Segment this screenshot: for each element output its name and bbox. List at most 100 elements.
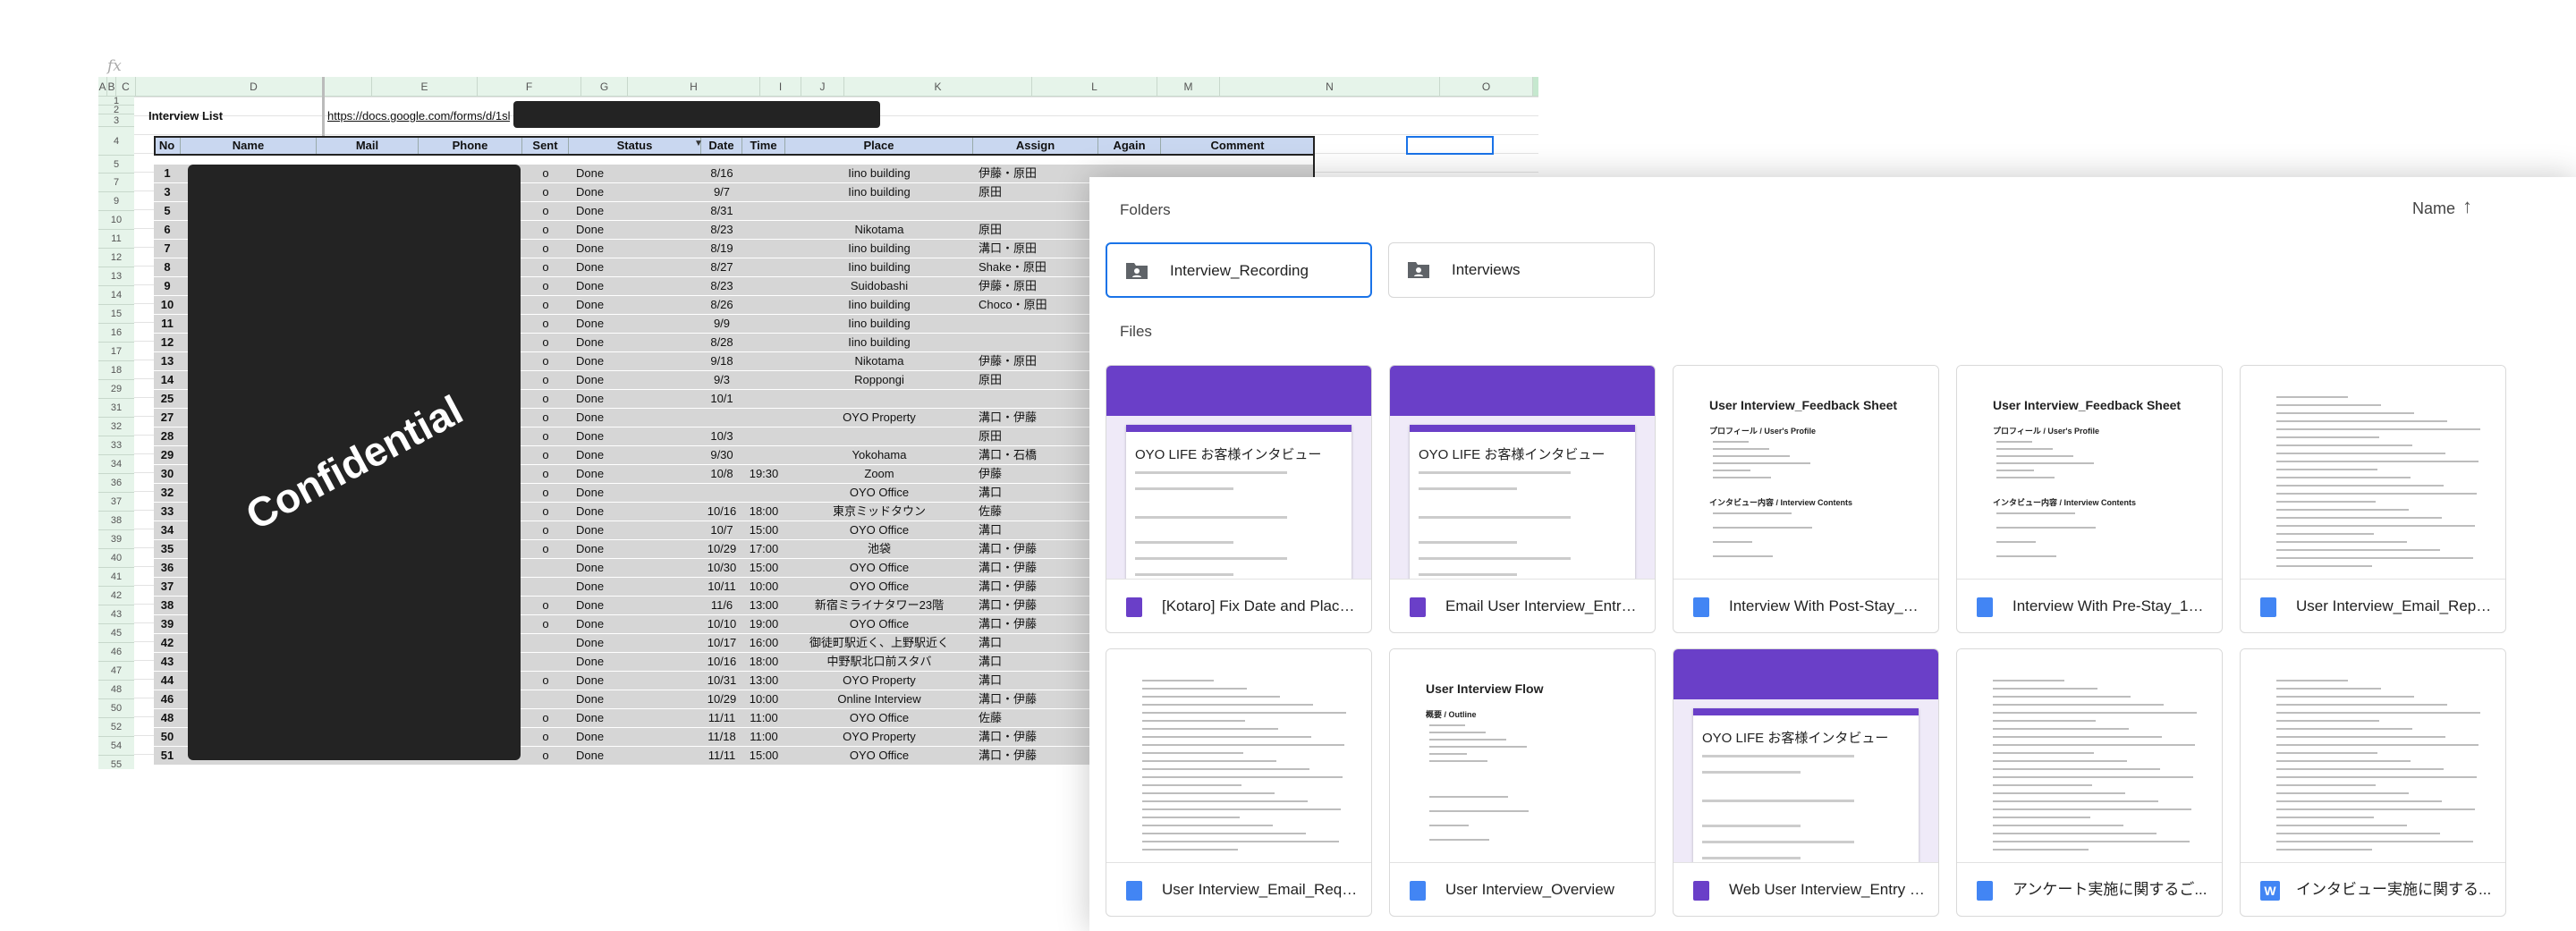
cell-place[interactable]: Suidobashi [789, 277, 970, 295]
cell-status[interactable]: Done [576, 540, 698, 558]
cell-no[interactable]: 48 [157, 709, 177, 727]
cell-no[interactable]: 51 [157, 747, 177, 765]
cell-date[interactable]: 8/16 [705, 165, 739, 182]
cell-place[interactable]: 御徒町駅近く、上野駅近く [789, 634, 970, 652]
file-card[interactable]: OYO LIFE お客様インタビュー Web User Interview_Ent… [1673, 648, 1939, 917]
cell-place[interactable]: Iino building [789, 315, 970, 333]
cell-assign[interactable]: 原田 [979, 183, 1097, 201]
column-title[interactable]: Assign [973, 136, 1098, 156]
cell-assign[interactable]: 伊藤・原田 [979, 277, 1097, 295]
cell-assign[interactable]: 溝口・伊藤 [979, 559, 1097, 577]
cell-time[interactable]: 13:00 [746, 672, 782, 690]
file-card[interactable]: User Interview_Email_Reply... [2240, 365, 2506, 633]
file-card[interactable]: User Interview_Email_Reque... [1106, 648, 1372, 917]
cell-status[interactable]: Done [576, 240, 698, 258]
cell-status[interactable]: Done [576, 277, 698, 295]
cell-time[interactable]: 18:00 [746, 653, 782, 671]
column-header[interactable]: N [1220, 77, 1440, 97]
cell-assign[interactable]: 伊藤 [979, 465, 1097, 483]
folder-interview-recording[interactable]: Interview_Recording [1106, 242, 1372, 298]
column-title[interactable]: Status [569, 136, 701, 156]
file-card[interactable]: OYO LIFE お客様インタビュー Email User Interview_E… [1389, 365, 1656, 633]
cell-no[interactable]: 27 [157, 409, 177, 427]
cell-place[interactable]: 中野駅北口前スタバ [789, 653, 970, 671]
cell-date[interactable]: 9/30 [705, 446, 739, 464]
cell-status[interactable]: Done [576, 690, 698, 708]
cell-status[interactable]: Done [576, 747, 698, 765]
row-header[interactable]: 18 [98, 361, 134, 380]
cell-place[interactable]: OYO Property [789, 409, 970, 427]
column-header[interactable]: O [1440, 77, 1533, 97]
cell-assign[interactable]: 原田 [979, 371, 1097, 389]
cell-sent[interactable]: o [526, 221, 565, 239]
cell-sent[interactable]: o [526, 597, 565, 614]
cell-no[interactable]: 46 [157, 690, 177, 708]
column-header[interactable]: G [581, 77, 628, 97]
cell-date[interactable]: 10/29 [705, 690, 739, 708]
cell-date[interactable]: 9/9 [705, 315, 739, 333]
cell-date[interactable]: 8/26 [705, 296, 739, 314]
arrow-up-icon[interactable]: ↑ [2462, 195, 2472, 218]
cell-status[interactable]: Done [576, 465, 698, 483]
cell-time[interactable]: 11:00 [746, 728, 782, 746]
row-header[interactable]: 45 [98, 624, 134, 643]
cell-sent[interactable]: o [526, 728, 565, 746]
cell-place[interactable]: OYO Office [789, 484, 970, 502]
column-title[interactable]: Again [1098, 136, 1161, 156]
cell-sent[interactable]: o [526, 672, 565, 690]
cell-no[interactable]: 38 [157, 597, 177, 614]
column-title[interactable]: Comment [1161, 136, 1315, 156]
cell-no[interactable]: 33 [157, 503, 177, 521]
row-header[interactable]: 13 [98, 267, 134, 286]
cell-date[interactable]: 10/10 [705, 615, 739, 633]
column-title[interactable]: No [154, 136, 181, 156]
cell-no[interactable]: 11 [157, 315, 177, 333]
cell-assign[interactable]: 溝口 [979, 634, 1097, 652]
column-header[interactable]: H [628, 77, 760, 97]
cell-place[interactable]: Online Interview [789, 690, 970, 708]
file-card[interactable]: User Interview Flow 概要 / Outline User Inte… [1389, 648, 1656, 917]
cell-no[interactable]: 28 [157, 427, 177, 445]
cell-date[interactable]: 10/30 [705, 559, 739, 577]
cell-no[interactable]: 9 [157, 277, 177, 295]
row-header[interactable]: 14 [98, 286, 134, 305]
cell-assign[interactable]: 溝口 [979, 484, 1097, 502]
cell-assign[interactable]: 伊藤・原田 [979, 165, 1097, 182]
cell-place[interactable]: Iino building [789, 240, 970, 258]
cell-status[interactable]: Done [576, 446, 698, 464]
row-header[interactable]: 48 [98, 681, 134, 699]
cell-no[interactable]: 29 [157, 446, 177, 464]
cell-time[interactable]: 15:00 [746, 559, 782, 577]
cell-status[interactable]: Done [576, 371, 698, 389]
cell-sent[interactable]: o [526, 202, 565, 220]
cell-status[interactable]: Done [576, 183, 698, 201]
cell-place[interactable]: Yokohama [789, 446, 970, 464]
column-title[interactable]: Phone [419, 136, 522, 156]
cell-status[interactable]: Done [576, 315, 698, 333]
cell-no[interactable]: 8 [157, 258, 177, 276]
cell-place[interactable]: 新宿ミライナタワー23階 [789, 597, 970, 614]
row-header[interactable]: 43 [98, 605, 134, 624]
cell-assign[interactable]: 伊藤・原田 [979, 352, 1097, 370]
column-header[interactable]: K [844, 77, 1032, 97]
cell-time[interactable]: 11:00 [746, 709, 782, 727]
cell-status[interactable]: Done [576, 390, 698, 408]
cell-date[interactable]: 9/3 [705, 371, 739, 389]
url-cell[interactable]: https://docs.google.com/forms/d/1sl [327, 107, 510, 125]
column-header[interactable]: A [98, 77, 107, 97]
row-header[interactable]: 12 [98, 249, 134, 267]
cell-status[interactable]: Done [576, 728, 698, 746]
row-header[interactable]: 39 [98, 530, 134, 549]
row-header[interactable]: 54 [98, 737, 134, 756]
cell-sent[interactable]: o [526, 352, 565, 370]
row-header[interactable]: 47 [98, 662, 134, 681]
cell-sent[interactable]: o [526, 371, 565, 389]
cell-assign[interactable]: 原田 [979, 221, 1097, 239]
row-header[interactable]: 16 [98, 324, 134, 343]
column-title[interactable]: Name [181, 136, 317, 156]
cell-place[interactable]: Nikotama [789, 352, 970, 370]
cell-date[interactable]: 10/11 [705, 578, 739, 596]
column-header[interactable]: D [136, 77, 372, 97]
cell-sent[interactable]: o [526, 465, 565, 483]
cell-sent[interactable]: o [526, 334, 565, 351]
